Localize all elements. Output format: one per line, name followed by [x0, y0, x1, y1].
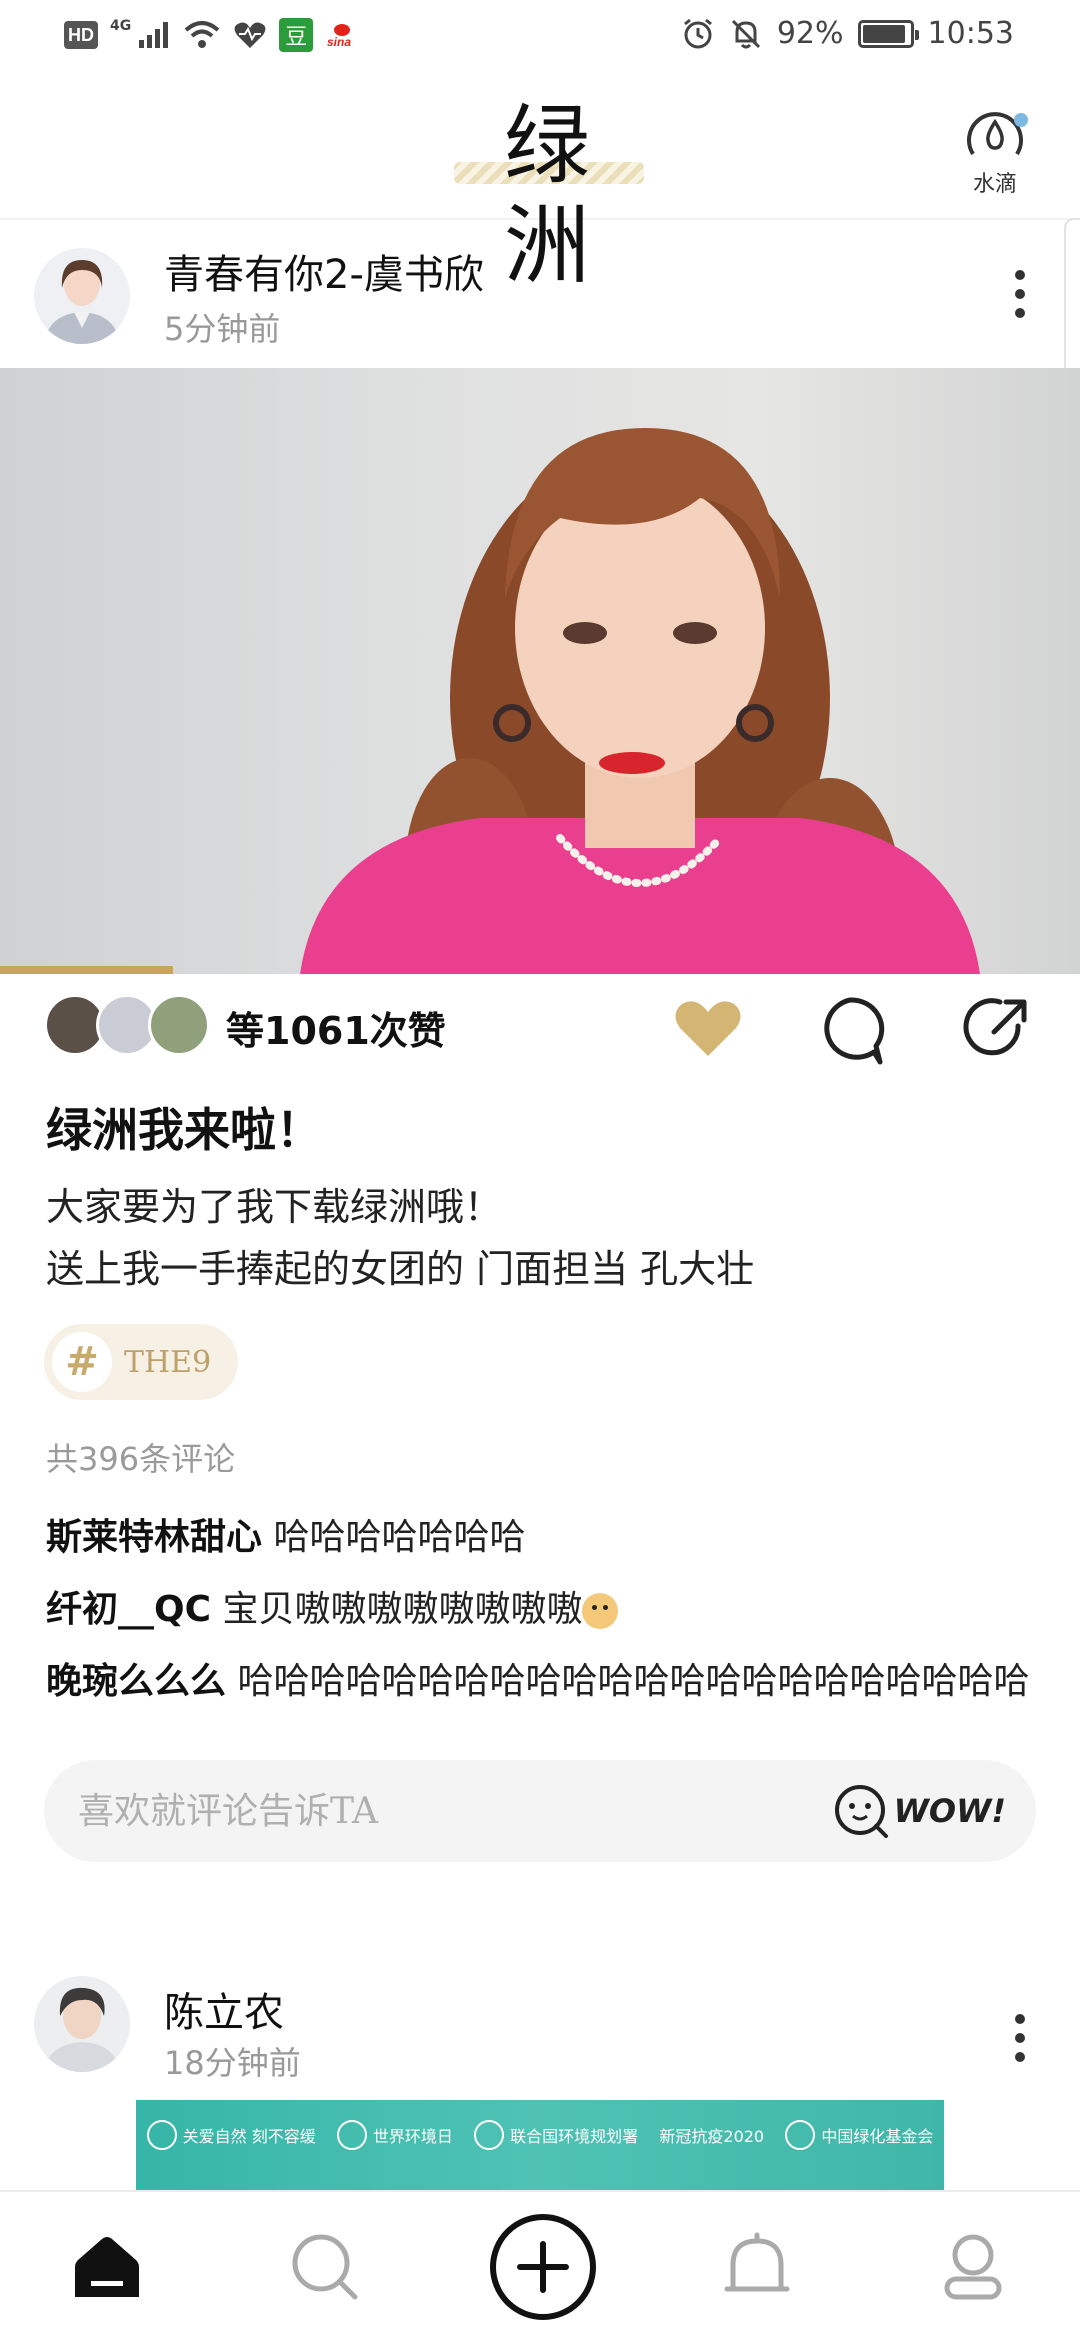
banner-logo-icon	[146, 2120, 177, 2150]
banner-logo-icon	[785, 2120, 816, 2150]
banner-item: 关爱自然 刻不容缓	[146, 2120, 316, 2150]
more-dot	[1015, 2052, 1025, 2062]
alarm-icon	[683, 18, 712, 48]
wifi-icon	[184, 21, 220, 48]
nav-profile[interactable]	[928, 2222, 1018, 2312]
topic-tag[interactable]: # THE9	[44, 1324, 238, 1400]
comment-item[interactable]: 斯莱特林甜心 哈哈哈哈哈哈哈	[46, 1508, 1046, 1560]
avatar-image	[34, 248, 130, 344]
home-icon	[75, 2237, 139, 2297]
post-body: 大家要为了我下载绿洲哦！ 送上我一手捧起的女团的 门面担当 孔大壮	[46, 1176, 754, 1300]
author-avatar[interactable]	[34, 248, 130, 344]
video-frame-image	[300, 428, 980, 974]
battery-percent: 92%	[776, 16, 844, 51]
author-name[interactable]: 陈立农	[164, 1980, 284, 2038]
nav-search[interactable]	[280, 2222, 370, 2312]
banner-item: 中国绿化基金会	[785, 2120, 933, 2150]
likers-avatars[interactable]	[44, 994, 210, 1056]
banner-text: 中国绿化基金会	[821, 2127, 934, 2146]
hashtag-icon: #	[52, 1332, 112, 1392]
sina-icon: sina	[327, 24, 352, 49]
comment-user[interactable]: 纤初__QC	[46, 1589, 211, 1630]
bottom-navigation	[0, 2190, 1080, 2340]
water-drop-icon	[967, 112, 1028, 156]
banner-item: 新冠抗疫2020	[659, 2123, 764, 2147]
banner-text: 新冠抗疫2020	[659, 2127, 765, 2146]
comment-user[interactable]: 斯莱特林甜心	[46, 1517, 262, 1558]
video-progress-bar[interactable]	[0, 966, 173, 974]
comment-text: 哈哈哈哈哈哈哈	[262, 1517, 526, 1558]
notification-icon	[724, 2232, 790, 2292]
water-drop-label: 水滴	[972, 172, 1017, 197]
banner-logo-icon	[474, 2120, 505, 2150]
post-body-line: 送上我一手捧起的女团的 门面担当 孔大壮	[46, 1247, 755, 1291]
wow-label: WOW!	[893, 1792, 1006, 1830]
comment-item[interactable]: 纤初__QC 宝贝嗷嗷嗷嗷嗷嗷嗷嗷	[46, 1580, 1046, 1632]
post-time: 5分钟前	[164, 310, 281, 348]
status-bar: HD 4G 豆 sina 92% 10:53	[0, 0, 1080, 72]
comment-input-box[interactable]: WOW!	[44, 1760, 1036, 1862]
more-dot	[1015, 2033, 1025, 2043]
banner-text: 关爱自然 刻不容缓	[182, 2127, 316, 2146]
search-icon	[292, 2234, 358, 2300]
hd-badge: HD	[64, 21, 98, 49]
clock: 10:53	[927, 16, 1014, 51]
banner-logo-icon	[336, 2120, 367, 2150]
comment-user[interactable]: 晚琬么么么	[46, 1661, 226, 1702]
mute-icon	[731, 19, 760, 48]
post-header: 青春有你2-虞书欣 5分钟前	[0, 220, 1080, 368]
nav-create[interactable]	[488, 2212, 598, 2322]
nav-home[interactable]	[62, 2222, 152, 2312]
sina-label: sina	[327, 35, 351, 49]
author-avatar[interactable]	[34, 1976, 130, 2072]
status-left: HD 4G 豆 sina	[64, 18, 359, 52]
banner-logos: 关爱自然 刻不容缓 世界环境日 联合国环境规划署 新冠抗疫2020 中国绿化基金…	[136, 2120, 944, 2150]
banner-text: 联合国环境规划署	[510, 2127, 639, 2146]
oasis-logo: 绿洲	[454, 94, 644, 296]
post-image[interactable]: 关爱自然 刻不容缓 世界环境日 联合国环境规划署 新冠抗疫2020 中国绿化基金…	[136, 2100, 944, 2190]
comment-text: 哈哈哈哈哈哈哈哈哈哈哈哈哈哈哈哈哈哈哈哈哈哈	[226, 1661, 1030, 1702]
network-type: 4G	[110, 18, 132, 34]
more-dot	[1015, 2014, 1025, 2024]
share-icon[interactable]	[956, 990, 1036, 1070]
comment-icon[interactable]	[810, 990, 890, 1070]
health-icon	[234, 22, 266, 48]
more-options-button[interactable]	[1010, 264, 1030, 324]
water-drop-button[interactable]: 水滴	[950, 100, 1040, 200]
status-right: 92% 10:53	[681, 16, 1014, 51]
more-options-button[interactable]	[1010, 2008, 1030, 2068]
more-dot	[1015, 308, 1025, 318]
app-header: 绿洲 水滴	[0, 72, 1080, 296]
like-count[interactable]: 等1061次赞	[226, 1000, 446, 1055]
more-dot	[1015, 270, 1025, 280]
battery-icon	[857, 19, 919, 48]
banner-text: 世界环境日	[372, 2127, 453, 2146]
author-name[interactable]: 青春有你2-虞书欣	[164, 242, 484, 300]
comment-input[interactable]	[78, 1760, 838, 1862]
liker-avatar	[148, 994, 210, 1056]
comment-item[interactable]: 晚琬么么么 哈哈哈哈哈哈哈哈哈哈哈哈哈哈哈哈哈哈哈哈哈哈	[46, 1652, 1046, 1704]
signal-icon	[139, 22, 169, 48]
comment-count[interactable]: 共396条评论	[46, 1434, 235, 1480]
avatar-image	[34, 1976, 130, 2072]
wow-face-icon	[834, 1785, 888, 1838]
banner-item: 联合国环境规划署	[474, 2120, 638, 2150]
wow-button[interactable]: WOW!	[832, 1782, 1006, 1840]
post-header: 陈立农 18分钟前	[0, 1960, 1080, 2090]
more-dot	[1015, 289, 1025, 299]
like-heart-icon[interactable]	[668, 990, 748, 1070]
nav-notifications[interactable]	[712, 2222, 802, 2312]
post-body-line: 大家要为了我下载绿洲哦！	[46, 1185, 503, 1229]
post-title: 绿洲我来啦！	[46, 1103, 322, 1157]
doge-emoji-icon	[582, 1593, 619, 1629]
post-time: 18分钟前	[164, 2044, 301, 2082]
profile-icon	[944, 2234, 1002, 2300]
post-video[interactable]	[0, 368, 1080, 974]
topic-name: THE9	[124, 1344, 212, 1380]
comment-text: 宝贝嗷嗷嗷嗷嗷嗷嗷嗷	[211, 1589, 583, 1630]
douban-icon: 豆	[279, 18, 314, 52]
banner-item: 世界环境日	[336, 2120, 453, 2150]
add-icon	[490, 2214, 596, 2320]
